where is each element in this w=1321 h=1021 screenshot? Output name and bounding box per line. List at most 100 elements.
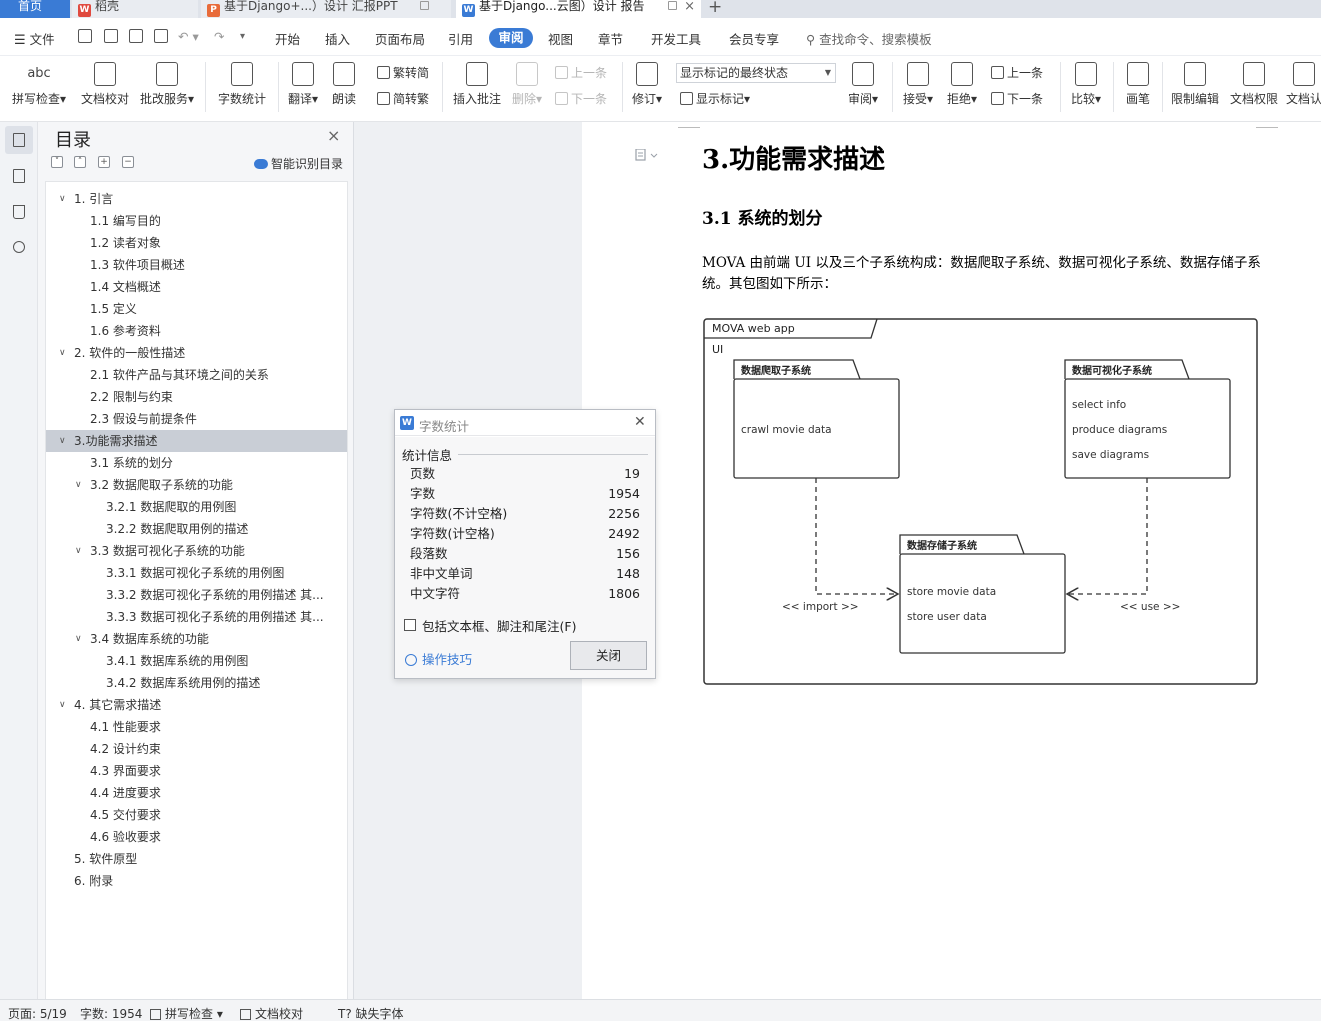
toc-item[interactable]: 4.4 进度要求 bbox=[46, 782, 347, 804]
toc-item[interactable]: 4.3 界面要求 bbox=[46, 760, 347, 782]
find-pane-button[interactable] bbox=[5, 234, 33, 262]
expand-up-icon[interactable]: ˄ bbox=[74, 156, 86, 168]
next-change-button[interactable]: 下一条 bbox=[991, 90, 1043, 107]
file-menu[interactable]: ☰ 文件 bbox=[14, 29, 55, 48]
restrict-edit-button[interactable]: 限制编辑 bbox=[1168, 62, 1222, 107]
toc-item[interactable]: 3.2.2 数据爬取用例的描述 bbox=[46, 518, 347, 540]
toc-item[interactable]: 3.4.1 数据库系统的用例图 bbox=[46, 650, 347, 672]
toc-item[interactable]: ∨ 2. 软件的一般性描述 bbox=[46, 342, 347, 364]
spell-check-status[interactable]: 拼写检查 ▾ bbox=[150, 1005, 223, 1021]
close-button[interactable]: 关闭 bbox=[570, 641, 647, 670]
toc-item[interactable]: ∨ 3.功能需求描述 bbox=[46, 430, 347, 452]
command-search[interactable]: ⚲ 查找命令、搜索模板 bbox=[806, 29, 932, 48]
reject-button[interactable]: 拒绝▾ bbox=[942, 62, 982, 107]
toc-item[interactable]: 2.3 假设与前提条件 bbox=[46, 408, 347, 430]
menu-review[interactable]: 审阅 bbox=[489, 28, 533, 48]
menu-devtools[interactable]: 开发工具 bbox=[651, 29, 701, 48]
compare-button[interactable]: 比较▾ bbox=[1066, 62, 1106, 107]
include-footnotes-label[interactable]: 包括文本框、脚注和尾注(F) bbox=[422, 616, 576, 635]
toc-item[interactable]: 3.4.2 数据库系统用例的描述 bbox=[46, 672, 347, 694]
chevron-down-icon[interactable]: ∨ bbox=[59, 188, 66, 210]
chevron-down-icon[interactable]: ∨ bbox=[75, 474, 82, 496]
toc-item[interactable]: 1.2 读者对象 bbox=[46, 232, 347, 254]
tips-link[interactable]: 操作技巧 bbox=[405, 649, 472, 668]
toc-item[interactable]: 3.3.3 数据可视化子系统的用例描述 其... bbox=[46, 606, 347, 628]
insert-comment-button[interactable]: 插入批注 bbox=[450, 62, 504, 107]
tab-home[interactable]: 首页 bbox=[0, 0, 70, 18]
save-icon[interactable] bbox=[78, 29, 92, 43]
toc-item[interactable]: 1.3 软件项目概述 bbox=[46, 254, 347, 276]
page-indicator[interactable]: 页面: 5/19 bbox=[8, 1005, 67, 1021]
review-pane-button[interactable]: 审阅▾ bbox=[843, 62, 883, 107]
tab-ppt[interactable]: P 基于Django+...）设计 汇报PPT bbox=[201, 0, 451, 18]
prev-change-button[interactable]: 上一条 bbox=[991, 64, 1043, 81]
prev-comment-button[interactable]: 上一条 bbox=[555, 64, 607, 81]
menu-member[interactable]: 会员专享 bbox=[729, 29, 779, 48]
toc-item[interactable]: 1.1 编写目的 bbox=[46, 210, 347, 232]
delete-comment-button[interactable]: 删除▾ bbox=[508, 62, 546, 107]
package-diagram[interactable]: MOVA web app UI 数据爬取子系统 crawl movie data… bbox=[703, 316, 1259, 686]
toc-item[interactable]: ∨ 3.4 数据库系统的功能 bbox=[46, 628, 347, 650]
batch-service-button[interactable]: 批改服务▾ bbox=[138, 62, 196, 107]
accept-button[interactable]: 接受▾ bbox=[898, 62, 938, 107]
preview-icon[interactable] bbox=[154, 29, 168, 43]
toc-item[interactable]: 4.2 设计约束 bbox=[46, 738, 347, 760]
menu-chapter[interactable]: 章节 bbox=[598, 29, 623, 48]
toc-pane-button[interactable] bbox=[5, 126, 33, 154]
tab-daoke[interactable]: W 稻壳 bbox=[72, 0, 198, 18]
collapse-all-icon[interactable]: ˅ bbox=[51, 156, 63, 168]
menu-reference[interactable]: 引用 bbox=[448, 29, 473, 48]
simp-to-trad-button[interactable]: 简转繁 bbox=[377, 90, 429, 107]
toc-item[interactable]: 4.1 性能要求 bbox=[46, 716, 347, 738]
toc-item[interactable]: 3.3.1 数据可视化子系统的用例图 bbox=[46, 562, 347, 584]
toc-item[interactable]: ∨ 1. 引言 bbox=[46, 188, 347, 210]
export-icon[interactable] bbox=[104, 29, 118, 43]
menu-insert[interactable]: 插入 bbox=[325, 29, 350, 48]
chevron-down-icon[interactable]: ∨ bbox=[75, 540, 82, 562]
revise-button[interactable]: 修订▾ bbox=[628, 62, 666, 107]
include-footnotes-checkbox[interactable] bbox=[404, 619, 416, 631]
word-count-button[interactable]: 字数统计 bbox=[215, 62, 269, 107]
translate-button[interactable]: 翻译▾ bbox=[284, 62, 322, 107]
redo-icon[interactable]: ↷ bbox=[214, 29, 224, 44]
close-icon[interactable]: × bbox=[684, 0, 695, 13]
markup-state-select[interactable]: 显示标记的最终状态 ▼ bbox=[676, 63, 836, 83]
print-icon[interactable] bbox=[129, 29, 143, 43]
word-count-indicator[interactable]: 字数: 1954 bbox=[80, 1005, 142, 1021]
toc-item[interactable]: 3.1 系统的划分 bbox=[46, 452, 347, 474]
toc-item[interactable]: 3.3.2 数据可视化子系统的用例描述 其... bbox=[46, 584, 347, 606]
toc-item[interactable]: 1.5 定义 bbox=[46, 298, 347, 320]
pen-button[interactable]: 画笔 bbox=[1120, 62, 1156, 107]
missing-font-status[interactable]: T? 缺失字体 bbox=[338, 1005, 404, 1021]
menu-layout[interactable]: 页面布局 bbox=[375, 29, 425, 48]
tab-report[interactable]: W 基于Django...云图）设计 报告 × bbox=[456, 0, 701, 18]
spell-check-button[interactable]: abc 拼写检查▾ bbox=[10, 62, 68, 107]
toc-item[interactable]: ∨ 4. 其它需求描述 bbox=[46, 694, 347, 716]
add-heading-icon[interactable]: + bbox=[98, 156, 110, 168]
toc-item[interactable]: 2.2 限制与约束 bbox=[46, 386, 347, 408]
toc-item[interactable]: 4.5 交付要求 bbox=[46, 804, 347, 826]
toc-item[interactable]: 1.4 文档概述 bbox=[46, 276, 347, 298]
remove-heading-icon[interactable]: − bbox=[122, 156, 134, 168]
toc-item[interactable]: 6. 附录 bbox=[46, 870, 347, 892]
toc-item[interactable]: 2.1 软件产品与其环境之间的关系 bbox=[46, 364, 347, 386]
close-icon[interactable]: × bbox=[327, 126, 340, 145]
menu-start[interactable]: 开始 bbox=[275, 29, 300, 48]
chevron-down-icon[interactable]: ∨ bbox=[59, 430, 66, 452]
smart-toc-button[interactable]: 智能识别目录 bbox=[254, 155, 343, 172]
toc-item[interactable]: 5. 软件原型 bbox=[46, 848, 347, 870]
quick-access-dropdown-icon[interactable]: ▾ bbox=[240, 31, 245, 42]
toc-item[interactable]: ∨ 3.3 数据可视化子系统的功能 bbox=[46, 540, 347, 562]
paragraph-marker-icon[interactable] bbox=[635, 149, 659, 161]
toc-item[interactable]: 4.6 验收要求 bbox=[46, 826, 347, 848]
dialog-header[interactable]: W 字数统计 ✕ bbox=[395, 410, 655, 436]
next-comment-button[interactable]: 下一条 bbox=[555, 90, 607, 107]
show-markup-button[interactable]: 显示标记▾ bbox=[680, 90, 750, 107]
new-tab-button[interactable]: + bbox=[708, 0, 722, 17]
toc-item[interactable]: 1.6 参考资料 bbox=[46, 320, 347, 342]
doc-check-button[interactable]: 文档校对 bbox=[78, 62, 132, 107]
doc-check-status[interactable]: 文档校对 bbox=[240, 1005, 303, 1021]
chevron-down-icon[interactable]: ∨ bbox=[75, 628, 82, 650]
read-aloud-button[interactable]: 朗读 bbox=[328, 62, 360, 107]
menu-view[interactable]: 视图 bbox=[548, 29, 573, 48]
